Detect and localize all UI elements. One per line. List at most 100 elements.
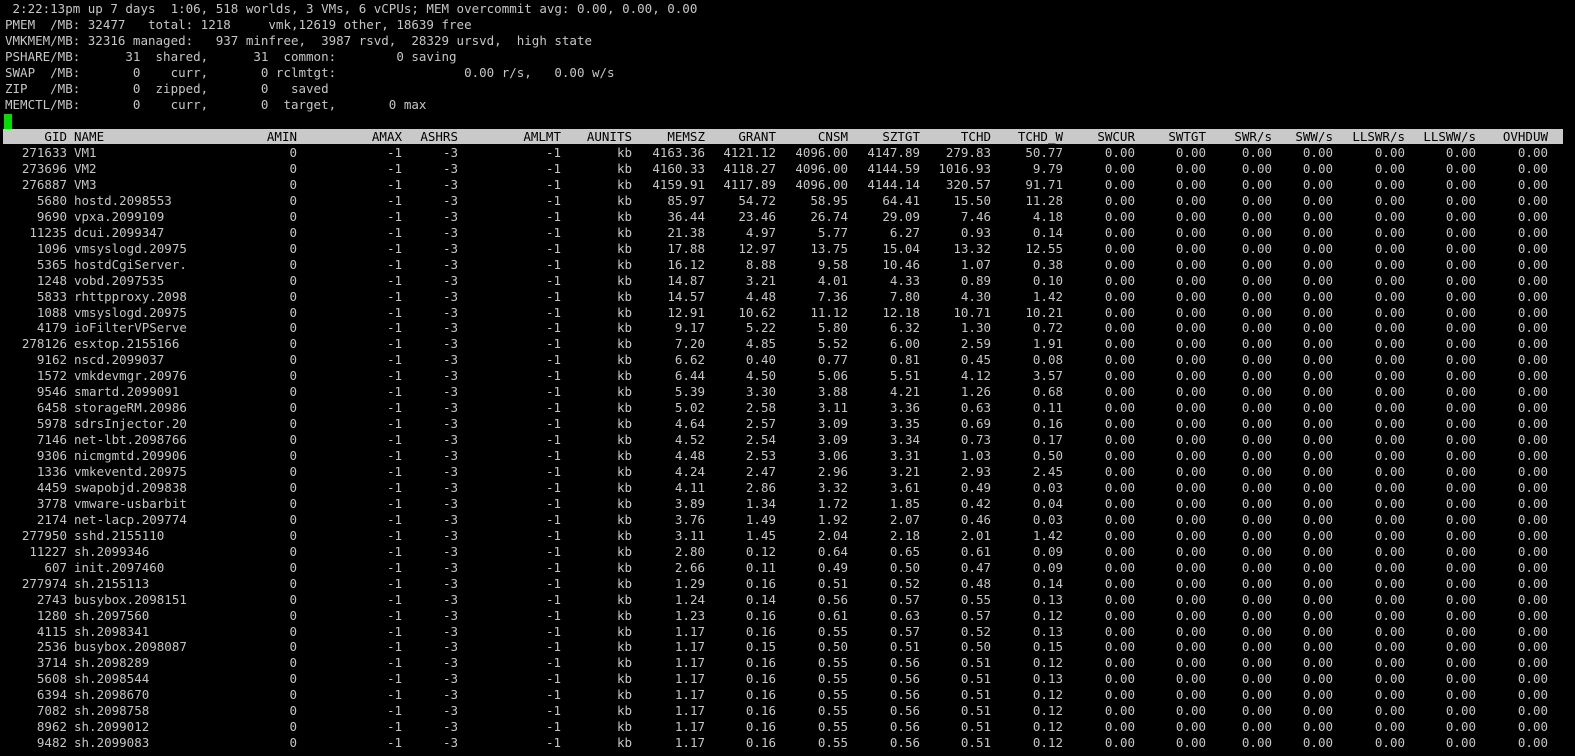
cell-amlmt: -1 [545, 272, 561, 288]
column-header-gid: GID [44, 129, 67, 144]
cell-swcur: 0.00 [1104, 719, 1135, 735]
cell-amlmt: -1 [545, 479, 561, 495]
cell-memsz: 36.44 [667, 208, 705, 224]
cell-sztgt: 5.51 [889, 368, 920, 384]
cell-swr-s: 0.00 [1241, 703, 1272, 719]
cell-sztgt: 2.07 [889, 511, 920, 527]
cell-grant: 0.11 [745, 559, 776, 575]
cell-ovhduw: 0.00 [1517, 304, 1548, 320]
cell-sww-s: 0.00 [1302, 591, 1333, 607]
cell-amax: -1 [386, 655, 402, 671]
cell-llsww-s: 0.00 [1445, 352, 1476, 368]
cell-sww-s: 0.00 [1302, 272, 1333, 288]
cell-tchd: 1.30 [960, 320, 991, 336]
cell-grant: 0.16 [745, 687, 776, 703]
cell-amlmt: -1 [545, 384, 561, 400]
cell-swtgt: 0.00 [1175, 495, 1206, 511]
cell-swtgt: 0.00 [1175, 304, 1206, 320]
cell-amax: -1 [386, 368, 402, 384]
cell-llswr-s: 0.00 [1374, 543, 1405, 559]
cell-tchd-w: 0.14 [1032, 575, 1063, 591]
cell-amlmt: -1 [545, 559, 561, 575]
cell-swcur: 0.00 [1104, 639, 1135, 655]
cell-aunits: kb [616, 432, 632, 448]
column-header-sztgt: SZTGT [882, 129, 920, 144]
cell-grant: 0.16 [745, 735, 776, 751]
cell-tchd: 1.07 [960, 256, 991, 272]
cell-swr-s: 0.00 [1241, 145, 1272, 160]
cell-sztgt: 2.18 [889, 527, 920, 543]
cell-swtgt: 0.00 [1175, 160, 1206, 176]
cell-amax: -1 [386, 623, 402, 639]
cell-llsww-s: 0.00 [1445, 336, 1476, 352]
cell-ashrs: -3 [442, 432, 458, 448]
cell-ashrs: -3 [442, 448, 458, 464]
cell-tchd-w: 0.11 [1032, 400, 1063, 416]
cell-amax: -1 [386, 735, 402, 751]
cell-tchd-w: 0.12 [1032, 703, 1063, 719]
cell-ashrs: -3 [442, 176, 458, 192]
cell-swtgt: 0.00 [1175, 719, 1206, 735]
cell-llsww-s: 0.00 [1445, 320, 1476, 336]
cell-amin: 0 [289, 272, 297, 288]
cell-tchd: 0.51 [960, 703, 991, 719]
cell-llswr-s: 0.00 [1374, 607, 1405, 623]
cell-llswr-s: 0.00 [1374, 432, 1405, 448]
cell-name: smartd.2099091 [74, 384, 180, 400]
cell-swr-s: 0.00 [1241, 575, 1272, 591]
cell-tchd-w: 0.38 [1032, 256, 1063, 272]
cell-sww-s: 0.00 [1302, 176, 1333, 192]
cell-llswr-s: 0.00 [1374, 240, 1405, 256]
cell-amlmt: -1 [545, 495, 561, 511]
cell-grant: 0.16 [745, 703, 776, 719]
cell-tchd: 0.51 [960, 735, 991, 751]
cell-llswr-s: 0.00 [1374, 527, 1405, 543]
cell-sww-s: 0.00 [1302, 543, 1333, 559]
cell-llsww-s: 0.00 [1445, 256, 1476, 272]
cell-ashrs: -3 [442, 272, 458, 288]
cell-grant: 1.34 [745, 495, 776, 511]
cell-sztgt: 4.33 [889, 272, 920, 288]
cell-llswr-s: 0.00 [1374, 352, 1405, 368]
cell-tchd: 2.59 [960, 336, 991, 352]
cell-sztgt: 0.56 [889, 719, 920, 735]
cell-cnsm: 4.01 [817, 272, 848, 288]
cell-cnsm: 5.52 [817, 336, 848, 352]
cell-swr-s: 0.00 [1241, 495, 1272, 511]
cell-cnsm: 4096.00 [795, 160, 848, 176]
cell-cnsm: 0.50 [817, 639, 848, 655]
cell-amax: -1 [386, 719, 402, 735]
cell-amin: 0 [289, 559, 297, 575]
cell-grant: 5.22 [745, 320, 776, 336]
cell-sww-s: 0.00 [1302, 511, 1333, 527]
cell-tchd-w: 50.77 [1025, 145, 1063, 160]
cell-cnsm: 0.49 [817, 559, 848, 575]
cell-llswr-s: 0.00 [1374, 719, 1405, 735]
column-header-amlmt: AMLMT [523, 129, 561, 144]
cell-llswr-s: 0.00 [1374, 256, 1405, 272]
cell-gid: 5365 [36, 256, 67, 272]
cell-gid: 1336 [36, 464, 67, 479]
cell-name: VM2 [74, 160, 97, 176]
cell-tchd-w: 3.57 [1032, 368, 1063, 384]
cell-aunits: kb [616, 272, 632, 288]
cell-amin: 0 [289, 400, 297, 416]
cell-sztgt: 3.61 [889, 479, 920, 495]
cell-sww-s: 0.00 [1302, 464, 1333, 479]
cell-grant: 0.12 [745, 543, 776, 559]
cell-grant: 0.16 [745, 575, 776, 591]
cell-ovhduw: 0.00 [1517, 607, 1548, 623]
cell-aunits: kb [616, 591, 632, 607]
cell-sztgt: 3.21 [889, 464, 920, 479]
cell-amlmt: -1 [545, 719, 561, 735]
cell-sztgt: 29.09 [882, 208, 920, 224]
cell-tchd: 4.12 [960, 368, 991, 384]
cell-amlmt: -1 [545, 160, 561, 176]
terminal-cursor[interactable] [4, 114, 12, 129]
cell-sww-s: 0.00 [1302, 432, 1333, 448]
cell-amax: -1 [386, 671, 402, 687]
cell-memsz: 14.57 [667, 288, 705, 304]
cell-swr-s: 0.00 [1241, 671, 1272, 687]
cell-sztgt: 0.50 [889, 559, 920, 575]
cell-aunits: kb [616, 145, 632, 160]
